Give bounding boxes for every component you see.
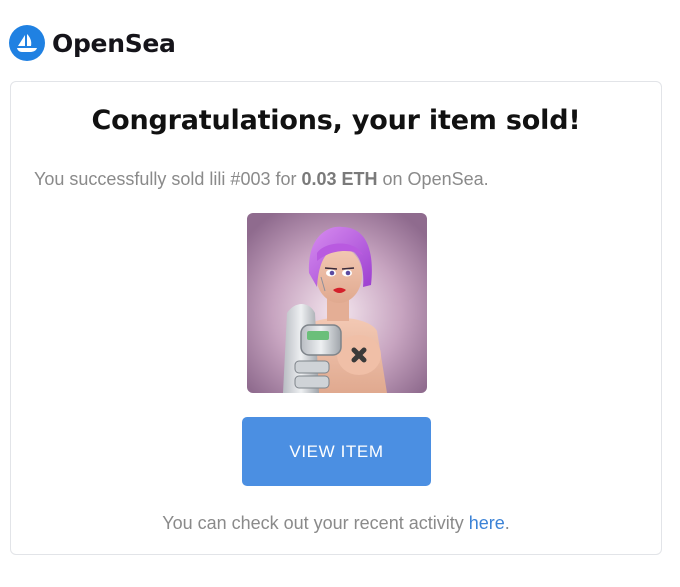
notification-card: Congratulations, your item sold! You suc… [10, 81, 662, 555]
page-title: Congratulations, your item sold! [91, 105, 581, 136]
recent-activity-note: You can check out your recent activity h… [11, 513, 661, 534]
view-item-button[interactable]: VIEW ITEM [242, 417, 431, 486]
brand-name: OpenSea [52, 28, 176, 58]
header: OpenSea [9, 24, 176, 62]
sale-message: You successfully sold lili #003 for 0.03… [34, 169, 489, 190]
sale-message-suffix: on OpenSea. [377, 169, 489, 189]
sale-amount: 0.03 ETH [301, 169, 378, 189]
recent-activity-link[interactable]: here [469, 513, 505, 533]
sale-message-prefix: You successfully sold lili #003 for [34, 169, 302, 189]
email-page: OpenSea Congratulations, your item sold!… [0, 0, 680, 587]
opensea-logo-icon [9, 25, 45, 61]
nft-artwork-image[interactable] [247, 213, 427, 393]
footer-suffix: . [504, 513, 510, 533]
footer-prefix: You can check out your recent activity [162, 513, 469, 533]
